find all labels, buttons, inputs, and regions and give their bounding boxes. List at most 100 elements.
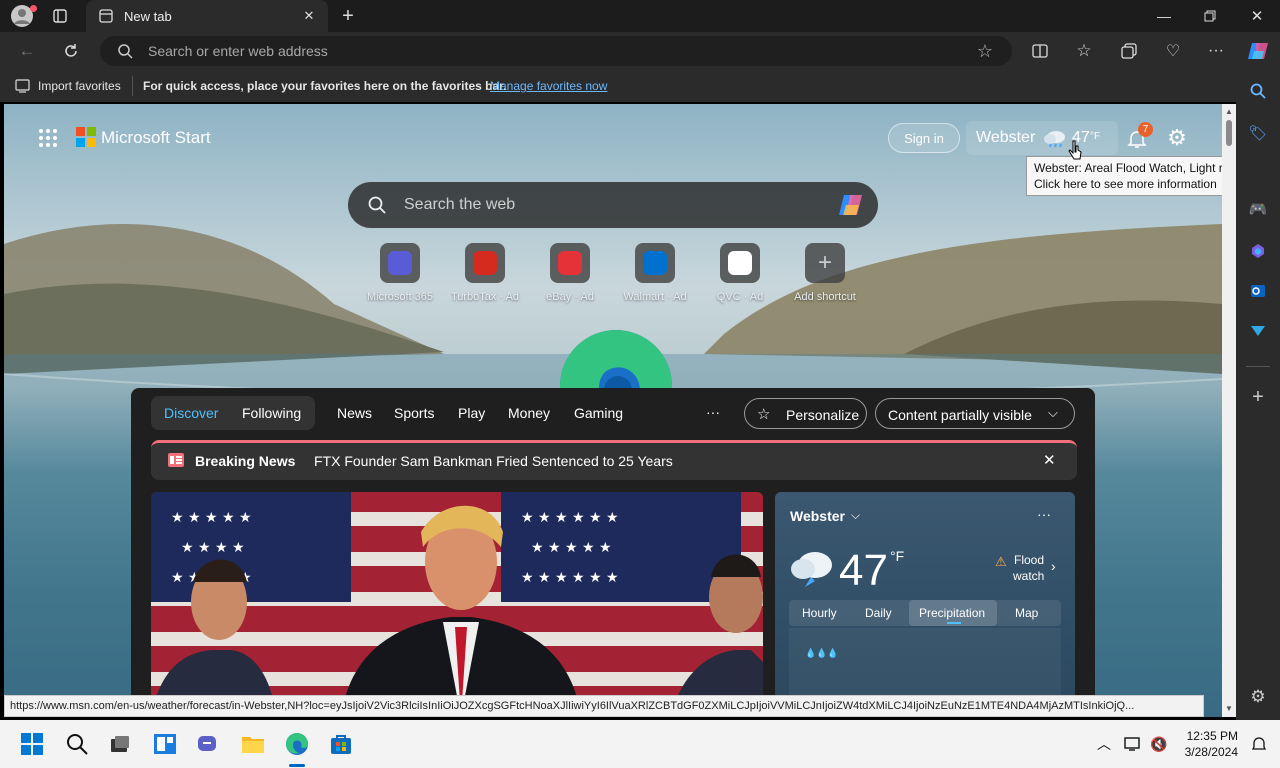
close-icon[interactable]: ✕	[1043, 451, 1056, 469]
favorites-icon[interactable]: ☆	[1072, 39, 1096, 63]
widgets-icon[interactable]	[149, 728, 181, 760]
shortcut-item[interactable]: Walmart · Ad	[610, 243, 700, 313]
shortcut-item[interactable]: Microsoft 365	[355, 243, 445, 313]
import-favorites-button[interactable]: Import favorites	[38, 79, 121, 93]
personalize-button[interactable]: ☆ Personalize	[744, 398, 867, 429]
microsoft-store-icon[interactable]	[325, 728, 357, 760]
shortcut-item[interactable]: QVC · Ad	[695, 243, 785, 313]
file-explorer-icon[interactable]	[237, 728, 269, 760]
personalize-label: Personalize	[786, 407, 860, 423]
nav-news[interactable]: News	[337, 405, 372, 421]
volume-muted-icon[interactable]: 🔇	[1148, 734, 1170, 754]
browser-toolbar: ← Search or enter web address ☆ ☆ ♡ ···	[0, 32, 1280, 70]
feed-tab-group: Discover Following	[151, 396, 315, 430]
sidebar-settings-gear-icon[interactable]: ⚙	[1246, 686, 1270, 708]
favorite-star-icon[interactable]: ☆	[974, 41, 996, 61]
show-hidden-icons-chevron-icon[interactable]: ︿	[1094, 734, 1114, 754]
sidebar-search-icon[interactable]	[1246, 80, 1270, 102]
plus-icon: +	[805, 243, 845, 283]
nav-sports[interactable]: Sports	[394, 405, 434, 421]
chevron-down-icon[interactable]: ⌵	[851, 508, 860, 523]
restore-icon[interactable]	[1198, 4, 1222, 28]
breaking-news-headline[interactable]: FTX Founder Sam Bankman Fried Sentenced …	[314, 453, 673, 469]
copilot-icon[interactable]	[1244, 37, 1272, 65]
weather-card-location[interactable]: Webster	[790, 508, 845, 524]
split-screen-icon[interactable]	[1028, 39, 1052, 63]
edge-taskbar-icon[interactable]	[281, 728, 313, 760]
refresh-icon[interactable]	[58, 39, 84, 63]
profile-avatar[interactable]	[8, 3, 37, 29]
top-story-image[interactable]: ★ ★ ★ ★ ★ ★ ★ ★ ★ ★ ★ ★ ★ ★ ★ ★ ★ ★ ★ ★ ★ ★ …	[151, 492, 763, 717]
send-drop-icon[interactable]	[1246, 320, 1270, 342]
add-sidebar-app-icon[interactable]: +	[1246, 386, 1270, 408]
scroll-thumb[interactable]	[1226, 120, 1232, 146]
tab-following[interactable]: Following	[242, 405, 301, 421]
weather-tab-hourly[interactable]: Hourly	[802, 606, 837, 620]
back-arrow-icon[interactable]: ←	[14, 39, 40, 63]
address-bar[interactable]: Search or enter web address ☆	[100, 36, 1012, 66]
status-url-bar: https://www.msn.com/en-us/weather/foreca…	[4, 695, 1204, 717]
taskbar-search-icon[interactable]	[61, 728, 93, 760]
web-search-box[interactable]: Search the web	[348, 182, 878, 228]
shortcut-item[interactable]: TurboTax · Ad	[440, 243, 530, 313]
new-tab-plus-icon[interactable]: +	[336, 4, 360, 28]
taskbar-time[interactable]: 12:35 PM	[1182, 729, 1238, 743]
weather-tooltip: Webster: Areal Flood Watch, Light rain, …	[1026, 156, 1222, 196]
svg-text:★ ★ ★ ★ ★ ★: ★ ★ ★ ★ ★ ★	[521, 570, 619, 586]
task-view-icon[interactable]	[104, 728, 136, 760]
header-weather-button[interactable]: Webster 47 °F	[966, 121, 1118, 155]
scroll-down-icon[interactable]: ▼	[1225, 704, 1233, 713]
shortcut-item[interactable]: + Add shortcut	[780, 243, 870, 313]
nav-play[interactable]: Play	[458, 405, 485, 421]
weather-tab-map[interactable]: Map	[1015, 606, 1038, 620]
close-tab-icon[interactable]: ✕	[300, 7, 318, 25]
collections-icon[interactable]	[1117, 39, 1141, 63]
content-visibility-dropdown[interactable]: Content partially visible ⌵	[875, 398, 1075, 429]
settings-gear-icon[interactable]: ⚙	[1164, 125, 1190, 151]
minimize-icon[interactable]: —	[1152, 4, 1176, 28]
scroll-up-icon[interactable]: ▲	[1225, 107, 1233, 116]
copilot-search-icon[interactable]	[836, 191, 866, 219]
rain-cloud-icon	[1042, 127, 1068, 149]
outlook-icon[interactable]	[1246, 280, 1270, 302]
close-window-icon[interactable]: ✕	[1245, 4, 1269, 28]
browser-essentials-icon[interactable]: ♡	[1161, 39, 1185, 63]
windows-start-icon[interactable]	[16, 728, 48, 760]
web-search-input[interactable]: Search the web	[404, 196, 515, 214]
shortcut-item[interactable]: eBay · Ad	[525, 243, 615, 313]
weather-tab-precipitation-label: Precipitation	[919, 606, 986, 620]
address-input[interactable]: Search or enter web address	[148, 43, 328, 59]
tab-discover[interactable]: Discover	[164, 405, 218, 421]
breaking-news-bar[interactable]: Breaking News FTX Founder Sam Bankman Fr…	[151, 440, 1077, 480]
tab-actions-icon[interactable]	[46, 4, 74, 28]
weather-tab-precipitation[interactable]: Precipitation	[909, 600, 997, 626]
chevron-right-icon[interactable]: ›	[1051, 558, 1056, 574]
more-menu-icon[interactable]: ···	[1204, 39, 1228, 63]
nav-money[interactable]: Money	[508, 405, 550, 421]
network-icon[interactable]	[1122, 734, 1144, 754]
shopping-tag-icon[interactable]: 🏷	[1246, 122, 1270, 144]
tab-new-tab[interactable]: New tab ✕	[86, 0, 328, 32]
teams-chat-icon[interactable]	[192, 728, 224, 760]
shortcut-label: Microsoft 365	[366, 291, 434, 303]
weather-card[interactable]: Webster ⌵ ··· 47 °F ⚠ Flood watch › Hour…	[775, 492, 1075, 717]
active-tab-indicator	[947, 622, 961, 624]
notifications-bell-icon[interactable]: 7	[1124, 122, 1153, 152]
flood-alert-line2[interactable]: watch	[1013, 569, 1044, 583]
vertical-scrollbar[interactable]: ▲ ▼	[1222, 104, 1236, 717]
nav-gaming[interactable]: Gaming	[574, 405, 623, 421]
turbotax-icon	[465, 243, 505, 283]
apps-grid-icon[interactable]	[36, 126, 60, 150]
tooltip-line2: Click here to see more information	[1034, 177, 1217, 191]
games-icon[interactable]: 🎮	[1246, 198, 1270, 220]
notifications-icon[interactable]	[1248, 734, 1270, 754]
weather-tab-daily[interactable]: Daily	[865, 606, 892, 620]
microsoft-365-icon[interactable]	[1246, 240, 1270, 262]
sign-in-button[interactable]: Sign in	[888, 123, 960, 153]
manage-favorites-link[interactable]: Manage favorites now	[490, 79, 607, 93]
nav-more-icon[interactable]: ···	[706, 404, 720, 420]
tab-title: New tab	[124, 9, 172, 24]
flood-alert-line1[interactable]: Flood	[1014, 553, 1044, 567]
taskbar-date[interactable]: 3/28/2024	[1178, 745, 1238, 759]
weather-card-more-icon[interactable]: ···	[1037, 506, 1051, 522]
